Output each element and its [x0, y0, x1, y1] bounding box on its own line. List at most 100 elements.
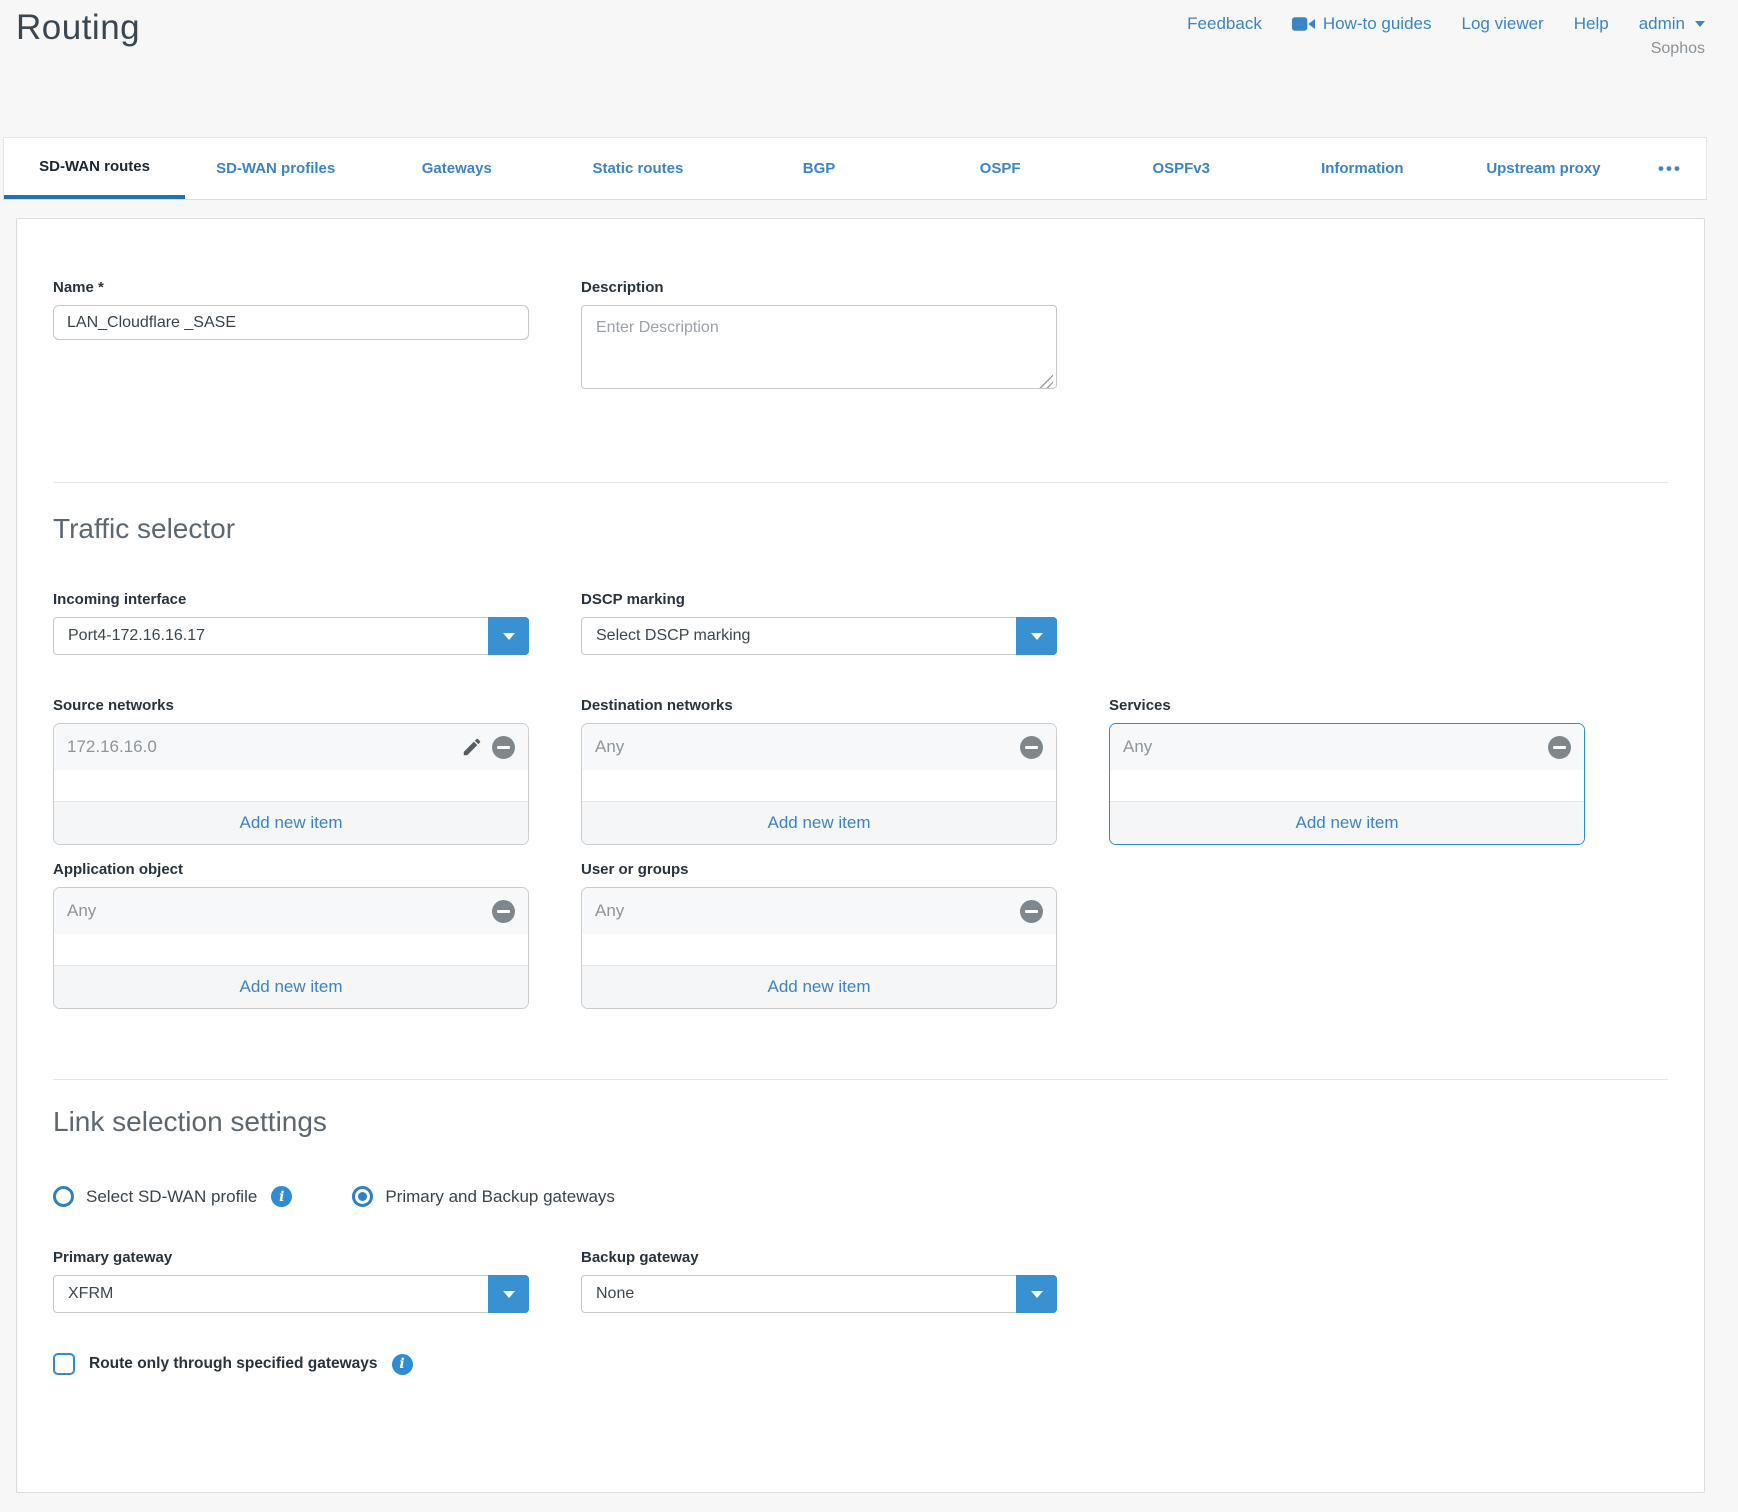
description-textarea[interactable]: [581, 305, 1057, 389]
backup-gateway-value: None: [596, 1285, 634, 1303]
traffic-selector-heading: Traffic selector: [53, 513, 1668, 545]
application-object-label: Application object: [53, 861, 529, 878]
log-viewer-link[interactable]: Log viewer: [1462, 14, 1544, 34]
add-new-item-button[interactable]: Add new item: [54, 965, 528, 1008]
tab-gateways[interactable]: Gateways: [366, 138, 547, 199]
remove-item-icon[interactable]: [1020, 736, 1043, 759]
incoming-interface-select[interactable]: Port4-172.16.16.17: [53, 617, 529, 655]
item-box-empty-area: [54, 934, 528, 965]
list-item: Any: [1110, 724, 1584, 770]
backup-gateway-select[interactable]: None: [581, 1275, 1057, 1313]
howto-guides-link[interactable]: How-to guides: [1292, 14, 1432, 34]
application-object-value: Any: [67, 901, 96, 921]
primary-gateway-select[interactable]: XFRM: [53, 1275, 529, 1313]
help-label: Help: [1574, 14, 1609, 34]
log-viewer-label: Log viewer: [1462, 14, 1544, 34]
destination-network-value: Any: [595, 737, 624, 757]
destination-networks-label: Destination networks: [581, 697, 1057, 714]
edit-pencil-icon[interactable]: [461, 736, 483, 758]
list-item: Any: [582, 724, 1056, 770]
source-networks-box: 172.16.16.0 Add new item: [53, 723, 529, 845]
feedback-link[interactable]: Feedback: [1187, 14, 1262, 34]
feedback-label: Feedback: [1187, 14, 1262, 34]
video-camera-icon: [1292, 16, 1315, 32]
section-divider: [53, 482, 1668, 483]
dropdown-arrow-button[interactable]: [488, 617, 529, 655]
tab-bar: SD-WAN routes SD-WAN profiles Gateways S…: [3, 137, 1707, 200]
user-or-groups-label: User or groups: [581, 861, 1057, 878]
tab-sdwan-profiles[interactable]: SD-WAN profiles: [185, 138, 366, 199]
tab-more-ellipsis[interactable]: •••: [1634, 138, 1706, 199]
brand-label: Sophos: [1651, 40, 1705, 58]
item-box-empty-area: [54, 770, 528, 801]
route-only-checkbox[interactable]: [53, 1353, 75, 1375]
primary-gateway-value: XFRM: [68, 1285, 113, 1303]
add-new-item-button[interactable]: Add new item: [1110, 801, 1584, 844]
incoming-interface-label: Incoming interface: [53, 591, 529, 608]
chevron-down-icon: [1695, 21, 1705, 27]
add-new-item-button[interactable]: Add new item: [582, 801, 1056, 844]
link-selection-heading: Link selection settings: [53, 1106, 1668, 1138]
backup-gateway-group: Backup gateway None: [581, 1249, 1057, 1313]
chevron-down-icon: [503, 1291, 515, 1298]
radio-select-sdwan-profile[interactable]: Select SD-WAN profile: [53, 1186, 257, 1207]
info-icon[interactable]: i: [392, 1354, 413, 1375]
dropdown-arrow-button[interactable]: [1016, 1275, 1057, 1313]
source-network-value: 172.16.16.0: [67, 737, 157, 757]
remove-item-icon[interactable]: [1548, 736, 1571, 759]
help-link[interactable]: Help: [1574, 14, 1609, 34]
admin-menu[interactable]: admin: [1639, 14, 1705, 34]
tab-bgp[interactable]: BGP: [728, 138, 909, 199]
tab-ospfv3[interactable]: OSPFv3: [1091, 138, 1272, 199]
primary-gateway-label: Primary gateway: [53, 1249, 529, 1266]
destination-networks-group: Destination networks Any Add new item: [581, 697, 1057, 845]
name-input[interactable]: [53, 305, 529, 340]
incoming-interface-value: Port4-172.16.16.17: [68, 627, 205, 645]
dscp-marking-group: DSCP marking Select DSCP marking: [581, 591, 1057, 655]
tab-static-routes[interactable]: Static routes: [547, 138, 728, 199]
name-label: Name *: [53, 279, 529, 296]
admin-label: admin: [1639, 14, 1685, 34]
chevron-down-icon: [1031, 1291, 1043, 1298]
section-divider: [53, 1079, 1668, 1080]
application-object-box: Any Add new item: [53, 887, 529, 1009]
tab-upstream-proxy[interactable]: Upstream proxy: [1453, 138, 1634, 199]
radio-unchecked-icon[interactable]: [53, 1186, 74, 1207]
add-new-item-button[interactable]: Add new item: [582, 965, 1056, 1008]
header-links: Feedback How-to guides Log viewer Help a…: [1187, 14, 1705, 34]
dscp-marking-select[interactable]: Select DSCP marking: [581, 617, 1057, 655]
item-box-empty-area: [582, 770, 1056, 801]
user-or-groups-value: Any: [595, 901, 624, 921]
application-object-group: Application object Any Add new item: [53, 861, 529, 1009]
radio-primary-backup-gateways[interactable]: Primary and Backup gateways: [352, 1186, 615, 1207]
dscp-marking-value: Select DSCP marking: [596, 627, 750, 645]
list-item: Any: [54, 888, 528, 934]
description-field-group: Description: [581, 279, 1057, 394]
route-editor-card: Name * Description Traffic selector Inco…: [16, 218, 1705, 1493]
primary-gateway-group: Primary gateway XFRM: [53, 1249, 529, 1313]
services-group: Services Any Add new item: [1109, 697, 1585, 845]
services-box: Any Add new item: [1109, 723, 1585, 845]
dscp-marking-label: DSCP marking: [581, 591, 1057, 608]
list-item: 172.16.16.0: [54, 724, 528, 770]
chevron-down-icon: [503, 633, 515, 640]
remove-item-icon[interactable]: [1020, 900, 1043, 923]
name-field-group: Name *: [53, 279, 529, 340]
tab-information[interactable]: Information: [1272, 138, 1453, 199]
tab-ospf[interactable]: OSPF: [910, 138, 1091, 199]
source-networks-label: Source networks: [53, 697, 529, 714]
services-label: Services: [1109, 697, 1585, 714]
info-icon[interactable]: i: [271, 1186, 292, 1207]
item-box-empty-area: [1110, 770, 1584, 801]
dropdown-arrow-button[interactable]: [488, 1275, 529, 1313]
radio-primary-backup-label: Primary and Backup gateways: [385, 1187, 615, 1207]
radio-checked-icon[interactable]: [352, 1186, 373, 1207]
tab-sdwan-routes[interactable]: SD-WAN routes: [4, 138, 185, 199]
incoming-interface-group: Incoming interface Port4-172.16.16.17: [53, 591, 529, 655]
add-new-item-button[interactable]: Add new item: [54, 801, 528, 844]
dropdown-arrow-button[interactable]: [1016, 617, 1057, 655]
remove-item-icon[interactable]: [492, 736, 515, 759]
list-item: Any: [582, 888, 1056, 934]
remove-item-icon[interactable]: [492, 900, 515, 923]
backup-gateway-label: Backup gateway: [581, 1249, 1057, 1266]
